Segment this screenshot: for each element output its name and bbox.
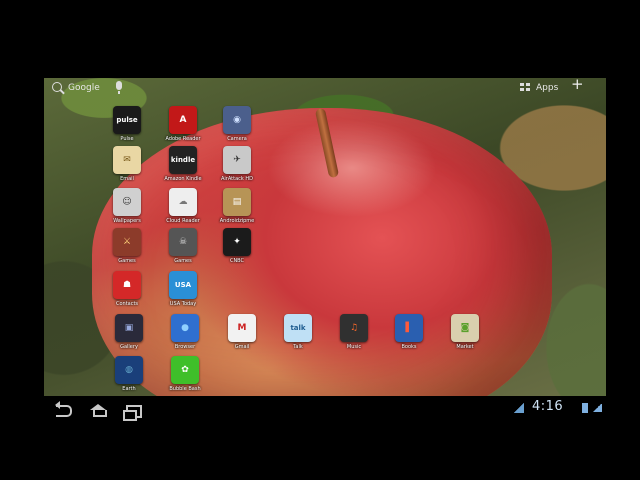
status-clock[interactable]: 4:16 [532, 399, 563, 414]
game-icon: ☠ [169, 228, 197, 256]
app-label: Amazon Kindle [164, 176, 202, 182]
app-cnbc[interactable]: ✦ CNBC [210, 228, 264, 264]
app-label: Games [118, 258, 136, 264]
home-icon[interactable] [90, 404, 107, 417]
pulse-icon: pulse [113, 106, 141, 134]
recent-apps-icon[interactable] [123, 405, 142, 421]
microphone-icon[interactable] [116, 81, 122, 94]
androidzipme-icon: ▤ [223, 188, 251, 216]
adobe-reader-icon: A [169, 106, 197, 134]
app-camera[interactable]: ◉ Camera [210, 106, 264, 142]
app-label: Email [120, 176, 134, 182]
wifi-icon [592, 404, 602, 412]
app-label: Market [456, 344, 474, 350]
signal-icon [514, 403, 524, 413]
kindle-icon: kindle [169, 146, 197, 174]
wallpapers-icon: ☺ [113, 188, 141, 216]
game-icon: ⚔ [113, 228, 141, 256]
google-search-label[interactable]: Google [68, 81, 100, 95]
app-pulse[interactable]: pulse Pulse [100, 106, 154, 142]
app-label: Bubble Bash [169, 386, 201, 392]
app-gmail[interactable]: M Gmail [215, 314, 269, 350]
app-label: Books [401, 344, 417, 350]
app-label: CNBC [229, 258, 245, 264]
app-label: Pulse [120, 136, 134, 142]
system-navigation-bar: 4:16 [44, 398, 606, 424]
app-contacts[interactable]: ☗ Contacts [100, 271, 154, 307]
app-amazon-kindle[interactable]: kindle Amazon Kindle [156, 146, 210, 182]
back-icon[interactable] [55, 401, 72, 417]
app-label: Contacts [115, 301, 139, 307]
app-label: Cloud Reader [166, 218, 200, 224]
app-label: AirAttack HD [220, 176, 254, 182]
search-icon[interactable] [52, 82, 62, 92]
status-bar: Google Apps + [44, 78, 606, 100]
apps-label[interactable]: Apps [536, 81, 558, 95]
earth-globe-icon: ◍ [115, 356, 143, 384]
gmail-icon: M [228, 314, 256, 342]
contacts-icon: ☗ [113, 271, 141, 299]
talk-bubble-icon: talk [284, 314, 312, 342]
app-label: Gallery [120, 344, 138, 350]
app-wallpapers[interactable]: ☺ Wallpapers [100, 188, 154, 224]
app-label: Camera [227, 136, 247, 142]
market-bag-icon: ◙ [451, 314, 479, 342]
wallpaper-apple-stem [314, 107, 340, 179]
app-label: USA Today [169, 301, 197, 307]
airattack-icon: ✈ [223, 146, 251, 174]
app-label: Androidzipme [219, 218, 255, 224]
app-talk[interactable]: talk Talk [271, 314, 325, 350]
app-earth[interactable]: ◍ Earth [102, 356, 156, 392]
app-usa-today[interactable]: USA USA Today [156, 271, 210, 307]
app-gallery[interactable]: ▣ Gallery [102, 314, 156, 350]
app-cloud-reader[interactable]: ☁ Cloud Reader [156, 188, 210, 224]
app-label: Wallpapers [113, 218, 141, 224]
email-icon: ✉ [113, 146, 141, 174]
app-label: Earth [122, 386, 136, 392]
app-game-2[interactable]: ☠ Games [156, 228, 210, 264]
app-label: Talk [293, 344, 303, 350]
app-market[interactable]: ◙ Market [438, 314, 492, 350]
camera-icon: ◉ [223, 106, 251, 134]
usa-today-icon: USA [169, 271, 197, 299]
cloud-reader-icon: ☁ [169, 188, 197, 216]
bubble-bash-icon: ✿ [171, 356, 199, 384]
app-androidzipme[interactable]: ▤ Androidzipme [210, 188, 264, 224]
apps-grid-icon[interactable] [520, 83, 530, 91]
gallery-icon: ▣ [115, 314, 143, 342]
app-label: Games [174, 258, 192, 264]
app-books[interactable]: ▌ Books [382, 314, 436, 350]
headphones-icon: ♫ [340, 314, 368, 342]
app-bubble-bash[interactable]: ✿ Bubble Bash [158, 356, 212, 392]
home-screen: Google Apps + pulse Pulse A Adobe Reader ◉… [44, 78, 606, 396]
app-label: Music [346, 344, 362, 350]
app-email[interactable]: ✉ Email [100, 146, 154, 182]
app-airattack[interactable]: ✈ AirAttack HD [210, 146, 264, 182]
browser-globe-icon: ● [171, 314, 199, 342]
books-icon: ▌ [395, 314, 423, 342]
app-adobe-reader[interactable]: A Adobe Reader [156, 106, 210, 142]
app-label: Browser [174, 344, 196, 350]
cnbc-icon: ✦ [223, 228, 251, 256]
app-game-1[interactable]: ⚔ Games [100, 228, 154, 264]
app-music[interactable]: ♫ Music [327, 314, 381, 350]
app-label: Adobe Reader [165, 136, 201, 142]
app-label: Gmail [234, 344, 250, 350]
app-browser[interactable]: ● Browser [158, 314, 212, 350]
add-icon[interactable]: + [571, 78, 584, 92]
battery-icon [582, 403, 588, 413]
